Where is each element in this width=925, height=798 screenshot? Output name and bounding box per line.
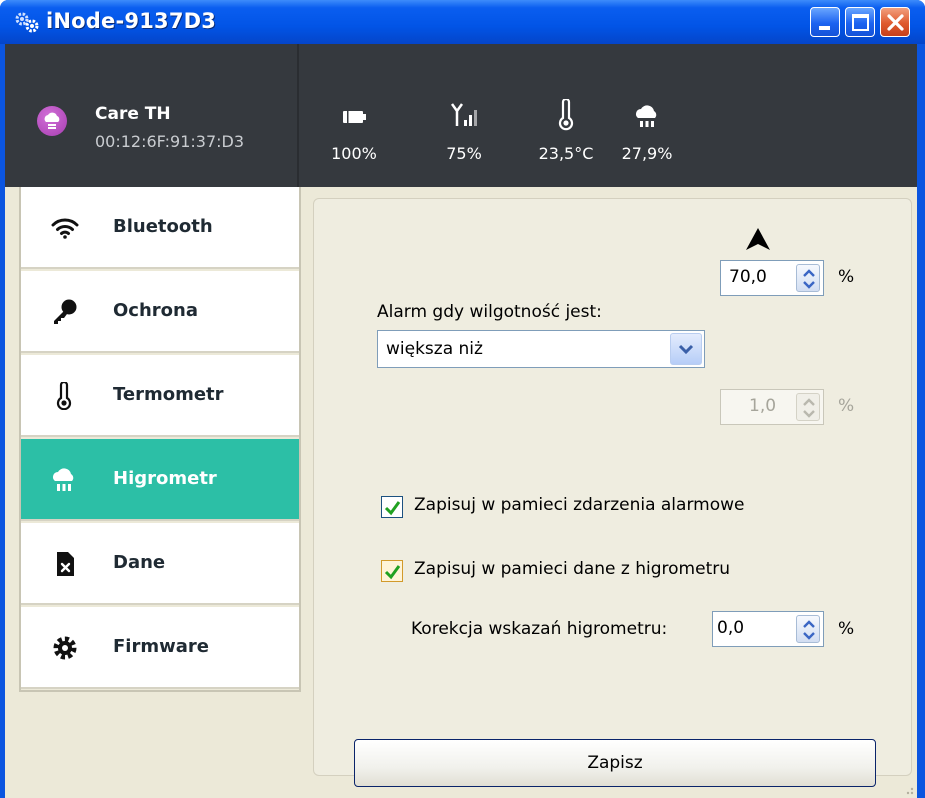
- resize-grip-icon[interactable]: [901, 782, 915, 796]
- sidebar: Bluetooth Ochrona Termometr Higrometr Da…: [19, 187, 301, 692]
- sidebar-item-label: Ochrona: [113, 300, 198, 321]
- maximize-button[interactable]: [845, 7, 875, 37]
- minimize-button[interactable]: [810, 7, 840, 37]
- battery-icon: [343, 111, 366, 123]
- humidity-icon: [636, 105, 657, 127]
- threshold-unit: %: [838, 267, 855, 287]
- temperature-value: 23,5°C: [538, 144, 594, 163]
- hysteresis-value[interactable]: 1,0: [749, 396, 776, 416]
- file-x-icon: [57, 552, 74, 576]
- humidity-value: 27,9%: [621, 144, 673, 163]
- sidebar-item-termometr[interactable]: Termometr: [21, 355, 299, 437]
- key-icon: [54, 299, 77, 324]
- hysteresis-stepper[interactable]: 1,0: [720, 389, 824, 425]
- chevron-updown-icon: [803, 620, 815, 640]
- signal-value: 75%: [446, 144, 482, 163]
- hygrometer-cloud-icon: [37, 106, 67, 136]
- wifi-icon: [51, 218, 79, 239]
- hysteresis-unit: %: [838, 396, 855, 416]
- maximize-icon: [852, 14, 869, 31]
- client-area: Care TH 00:12:6F:91:37:D3 100% 75% 23,5°…: [5, 44, 917, 798]
- chevron-updown-icon: [803, 398, 815, 418]
- sidebar-item-bluetooth[interactable]: Bluetooth: [21, 187, 299, 269]
- log-alarm-events-checkbox[interactable]: [381, 496, 403, 518]
- gear-icon: [53, 636, 77, 660]
- alarm-condition-select[interactable]: większa niż: [377, 330, 705, 368]
- correction-unit: %: [838, 619, 855, 639]
- sidebar-item-label: Higrometr: [113, 468, 217, 489]
- chevron-updown-icon: [803, 269, 815, 289]
- log-alarm-events-label[interactable]: Zapisuj w pamieci zdarzenia alarmowe: [414, 495, 744, 515]
- stat-humidity: 27,9%: [617, 44, 677, 187]
- hygrometer-settings-panel: 70,0 % Alarm gdy wilgotność jest: większ…: [313, 198, 912, 787]
- stat-signal: 75%: [441, 44, 487, 187]
- window-title: iNode-9137D3: [46, 9, 217, 33]
- device-mac: 00:12:6F:91:37:D3: [95, 132, 245, 151]
- sidebar-item-label: Termometr: [113, 384, 224, 405]
- correction-value[interactable]: 0,0: [717, 618, 744, 638]
- signal-icon: [450, 103, 477, 126]
- checkmark-icon: [384, 565, 401, 580]
- sidebar-item-ochrona[interactable]: Ochrona: [21, 271, 299, 353]
- sidebar-item-label: Dane: [113, 552, 166, 573]
- thermometer-icon: [558, 99, 574, 131]
- sidebar-item-dane[interactable]: Dane: [21, 523, 299, 605]
- alarm-condition-label: Alarm gdy wilgotność jest:: [377, 302, 602, 322]
- title-bar[interactable]: iNode-9137D3: [0, 0, 925, 44]
- humidity-icon: [53, 468, 74, 491]
- sidebar-item-higrometr[interactable]: Higrometr: [21, 439, 299, 521]
- save-button[interactable]: Zapisz: [354, 739, 876, 787]
- close-button[interactable]: [880, 7, 910, 37]
- correction-stepper[interactable]: 0,0: [712, 611, 824, 647]
- alarm-condition-value: większa niż: [386, 339, 483, 359]
- chevron-down-icon: [678, 344, 694, 355]
- correction-label: Korekcja wskazań higrometru:: [411, 619, 668, 639]
- dropdown-button[interactable]: [670, 333, 702, 365]
- log-hygrometer-data-checkbox[interactable]: [381, 560, 403, 582]
- device-name: Care TH: [95, 104, 171, 124]
- close-icon: [887, 14, 904, 31]
- threshold-stepper-buttons[interactable]: [796, 264, 820, 292]
- sidebar-item-label: Bluetooth: [113, 216, 213, 237]
- threshold-value[interactable]: 70,0: [729, 267, 767, 287]
- sidebar-item-firmware[interactable]: Firmware: [21, 607, 299, 689]
- device-header: Care TH 00:12:6F:91:37:D3 100% 75% 23,5°…: [5, 44, 917, 187]
- battery-value: 100%: [331, 144, 377, 163]
- arrow-up-icon: [746, 228, 770, 250]
- sidebar-item-label: Firmware: [113, 636, 209, 657]
- checkmark-icon: [384, 501, 401, 516]
- threshold-stepper[interactable]: 70,0: [720, 260, 824, 296]
- minimize-icon: [819, 26, 830, 30]
- stat-battery: 100%: [331, 44, 377, 187]
- stat-temperature: 23,5°C: [531, 44, 601, 187]
- gears-icon: [15, 12, 39, 33]
- app-window: iNode-9137D3 Care TH 00:12:6F:91:37:D3 1…: [0, 0, 925, 798]
- correction-stepper-buttons[interactable]: [796, 615, 820, 643]
- hysteresis-stepper-buttons[interactable]: [796, 393, 820, 421]
- thermometer-icon: [56, 382, 72, 410]
- device-info: Care TH 00:12:6F:91:37:D3: [19, 44, 299, 187]
- log-hygrometer-data-label[interactable]: Zapisuj w pamieci dane z higrometru: [414, 559, 730, 579]
